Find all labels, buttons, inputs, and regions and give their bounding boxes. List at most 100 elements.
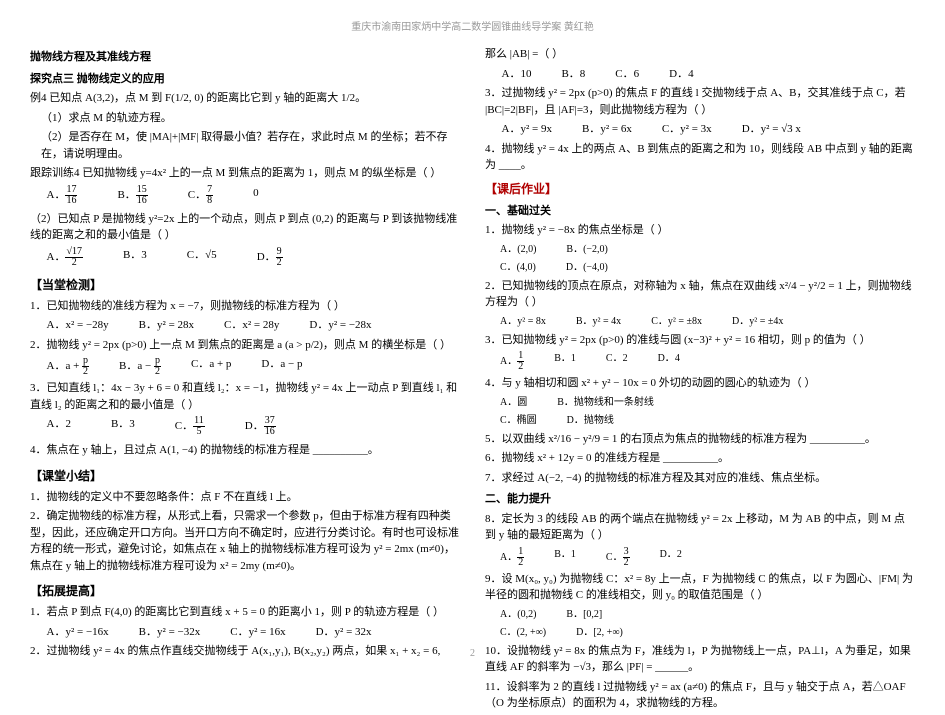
hw-q5: 5．以双曲线 x²/16 − y²/9 = 1 的右顶点为焦点的抛物线的标准方程… [485, 431, 915, 448]
doc-header: 重庆市渝南田家炳中学高二数学圆锥曲线导学案 黄红艳 [30, 20, 915, 35]
opt-c: C．32 [606, 547, 630, 568]
opt-c: C．6 [615, 66, 639, 83]
opt-d: D．y² = ±4x [732, 314, 783, 329]
ext-q2: 2．过抛物线 y² = 4x 的焦点作直线交抛物线于 A(x₁,y₁), B(x… [30, 643, 460, 660]
right-column: 那么 |AB| =（ ） A．10 B．8 C．6 D．4 3．过抛物线 y² … [485, 43, 915, 715]
summary-1: 1．抛物线的定义中不要忽略条件：点 F 不在直线 l 上。 [30, 489, 460, 506]
hw-q3: 3．已知抛物线 y² = 2px (p>0) 的准线与圆 (x−3)² + y²… [485, 332, 915, 349]
ext-q3-options: A．y² = 9x B．y² = 6x C．y² = 3x D．y² = √3 … [502, 121, 916, 138]
left-column: 抛物线方程及其准线方程 探究点三 抛物线定义的应用 例4 已知点 A(3,2)，… [30, 43, 460, 715]
opt-c: C．y² = 16x [230, 624, 285, 641]
example4b-options: A．√172 B．3 C．√5 D．92 [47, 247, 461, 268]
opt-a: A．12 [500, 547, 524, 568]
opt-a: A．2 [47, 416, 71, 437]
opt-c: C．78 [188, 185, 213, 206]
opt-b: B．1516 [117, 185, 147, 206]
opt-b: B．1 [554, 547, 576, 568]
opt-a: A．(0,2) [500, 607, 536, 622]
hw-q2-options: A．y² = 8x B．y² = 4x C．y² = ±8x D．y² = ±4… [500, 314, 915, 329]
hw-ability-heading: 二、能力提升 [485, 491, 915, 508]
hw-q1-options-2: C．(4,0) D．(−4,0) [500, 260, 915, 275]
ct-q3: 3．已知直线 l₁：4x − 3y + 6 = 0 和直线 l₂：x = −1，… [30, 380, 460, 413]
opt-d: D．4 [669, 66, 693, 83]
hw-q8-options: A．12 B．1 C．32 D．2 [500, 547, 915, 568]
opt-c: C．y² = 3x [662, 121, 712, 138]
hw-q9-options: A．(0,2) B．[0,2] [500, 607, 915, 622]
opt-c: C．a + p [191, 356, 231, 377]
example4-q2: （2）是否存在 M，使 |MA|+|MF| 取得最小值？若存在，求此时点 M 的… [30, 129, 460, 162]
ext-q4: 4．抛物线 y² = 4x 上的两点 A、B 到焦点的距离之和为 10，则线段 … [485, 141, 915, 174]
opt-b: B．y² = 4x [576, 314, 621, 329]
ext-q1-options: A．y² = −16x B．y² = −32x C．y² = 16x D．y² … [47, 624, 461, 641]
explore-3-title: 探究点三 抛物线定义的应用 [30, 71, 460, 88]
opt-d: 0 [253, 185, 259, 206]
ct-q1-options: A．x² = −28y B．y² = 28x C．x² = 28y D．y² =… [47, 317, 461, 334]
opt-a: A．12 [500, 351, 524, 372]
ct-q3-options: A．2 B．3 C．115 D．3716 [47, 416, 461, 437]
opt-c: C．(2, +∞) [500, 625, 546, 640]
opt-d: D．2 [660, 547, 682, 568]
opt-b: B．3 [111, 416, 135, 437]
opt-b: B．a − p2 [119, 356, 161, 377]
hw-q1: 1．抛物线 y² = −8x 的焦点坐标是（ ） [485, 222, 915, 239]
hw-q9-options-2: C．(2, +∞) D．[2, +∞) [500, 625, 915, 640]
opt-a: A．x² = −28y [47, 317, 109, 334]
opt-a: A．1716 [47, 185, 78, 206]
hw-q4-options: A．圆 B．抛物线和一条射线 [500, 395, 915, 410]
opt-d: D．4 [658, 351, 680, 372]
topic-title: 抛物线方程及其准线方程 [30, 49, 460, 66]
hw-q7: 7．求经过 A(−2, −4) 的抛物线的标准方程及其对应的准线、焦点坐标。 [485, 470, 915, 487]
opt-b: B．y² = 28x [139, 317, 194, 334]
opt-d: D．(−4,0) [566, 260, 608, 275]
hw-q4: 4．与 y 轴相切和圆 x² + y² − 10x = 0 外切的动圆的圆心的轨… [485, 375, 915, 392]
class-summary-heading: 【课堂小结】 [30, 467, 460, 485]
opt-a: A．圆 [500, 395, 527, 410]
hw-basic-heading: 一、基础过关 [485, 203, 915, 220]
opt-b: B．8 [561, 66, 585, 83]
ext-q2-cont: 那么 |AB| =（ ） [485, 46, 915, 63]
hw-q11: 11．设斜率为 2 的直线 l 过抛物线 y² = ax (a≠0) 的焦点 F… [485, 679, 915, 712]
extension-heading: 【拓展提高】 [30, 582, 460, 600]
opt-a: A．√172 [47, 247, 83, 268]
opt-c: C．(4,0) [500, 260, 536, 275]
opt-b: B．y² = 6x [582, 121, 632, 138]
ct-q2-options: A．a + p2 B．a − p2 C．a + p D．a − p [47, 356, 461, 377]
opt-b: B．[0,2] [566, 607, 602, 622]
opt-c: C．x² = 28y [224, 317, 279, 334]
opt-c: C．√5 [187, 247, 217, 268]
hw-q1-options: A．(2,0) B．(−2,0) [500, 242, 915, 257]
summary-2: 2．确定抛物线的标准方程，从形式上看，只需求一个参数 p，但由于标准方程有四种类… [30, 508, 460, 574]
opt-d: D．y² = −28x [309, 317, 371, 334]
opt-c: C．椭圆 [500, 413, 537, 428]
homework-heading: 【课后作业】 [485, 180, 915, 198]
ext-q1: 1．若点 P 到点 F(4,0) 的距离比它到直线 x + 5 = 0 的距离小… [30, 604, 460, 621]
opt-a: A．y² = 9x [502, 121, 552, 138]
hw-q4-options-2: C．椭圆 D．抛物线 [500, 413, 915, 428]
opt-b: B．1 [554, 351, 576, 372]
opt-a: A．(2,0) [500, 242, 536, 257]
opt-c: C．y² = ±8x [651, 314, 702, 329]
opt-a: A．y² = −16x [47, 624, 109, 641]
hw-q6: 6．抛物线 x² + 12y = 0 的准线方程是 __________。 [485, 450, 915, 467]
opt-b: B．3 [123, 247, 147, 268]
opt-d: D．y² = √3 x [742, 121, 801, 138]
ext-q2-options: A．10 B．8 C．6 D．4 [502, 66, 916, 83]
opt-b: B．(−2,0) [566, 242, 607, 257]
ext-q3: 3．过抛物线 y² = 2px (p>0) 的焦点 F 的直线 l 交抛物线于点… [485, 85, 915, 118]
example4-stem: 例4 已知点 A(3,2)，点 M 到 F(1/2, 0) 的距离比它到 y 轴… [30, 90, 460, 107]
hw-q9: 9．设 M(x₀, y₀) 为抛物线 C：x² = 8y 上一点，F 为抛物线 … [485, 571, 915, 604]
opt-d: D．y² = 32x [316, 624, 372, 641]
opt-a: A．a + p2 [47, 356, 90, 377]
ct-q4: 4．焦点在 y 轴上，且过点 A(1, −4) 的抛物线的标准方程是 _____… [30, 442, 460, 459]
page-number: 2 [470, 646, 475, 661]
hw-q2: 2．已知抛物线的顶点在原点，对称轴为 x 轴，焦点在双曲线 x²/4 − y²/… [485, 278, 915, 311]
ct-q2: 2．抛物线 y² = 2px (p>0) 上一点 M 到焦点的距离是 a (a … [30, 337, 460, 354]
follow4-stem: 跟踪训练4 已知抛物线 y=4x² 上的一点 M 到焦点的距离为 1，则点 M … [30, 165, 460, 182]
opt-a: A．10 [502, 66, 532, 83]
hw-q10: 10．设抛物线 y² = 8x 的焦点为 F，准线为 l，P 为抛物线上一点，P… [485, 643, 915, 676]
opt-d: D．a − p [261, 356, 302, 377]
opt-b: B．y² = −32x [139, 624, 201, 641]
classroom-test-heading: 【当堂检测】 [30, 276, 460, 294]
opt-d: D．抛物线 [567, 413, 614, 428]
follow4-options: A．1716 B．1516 C．78 0 [47, 185, 461, 206]
